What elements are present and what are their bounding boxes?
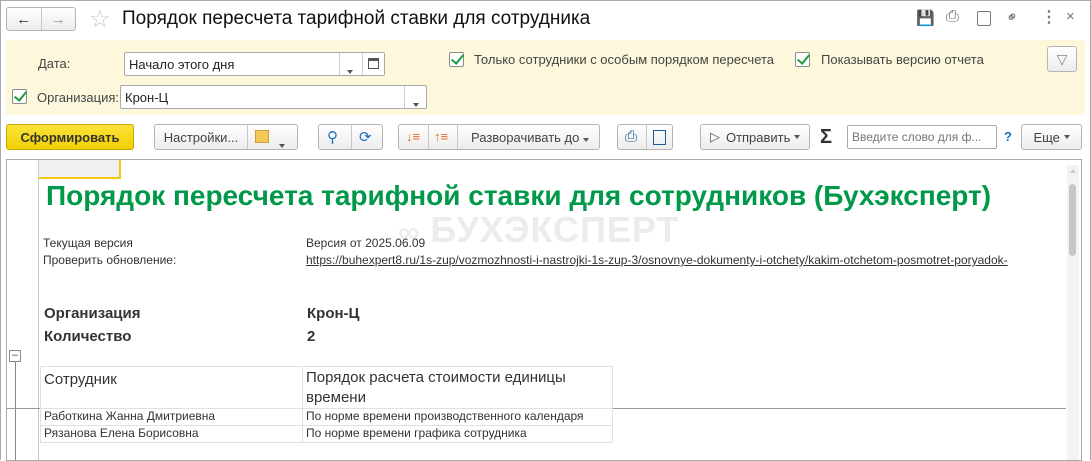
chevron-down-icon[interactable] bbox=[347, 62, 353, 77]
more-label: Еще bbox=[1033, 129, 1060, 145]
report-title: Порядок пересчета тарифной ставки для со… bbox=[46, 180, 992, 211]
print-group: ⎙ bbox=[617, 124, 673, 150]
version-label: Текущая версия bbox=[43, 236, 133, 250]
window-title: Порядок пересчета тарифной ставки для со… bbox=[122, 8, 591, 29]
version-value: Версия от 2025.06.09 bbox=[306, 236, 426, 250]
search-next-icon[interactable]: ⟳ bbox=[359, 128, 372, 146]
update-label: Проверить обновление: bbox=[43, 253, 177, 267]
gutter-divider bbox=[38, 160, 39, 460]
chevron-down-icon[interactable] bbox=[413, 95, 419, 110]
send-button[interactable]: ▷ Отправить bbox=[700, 124, 810, 150]
expand-to-button[interactable]: Разворачивать до bbox=[471, 130, 589, 145]
org-value: Крон-Ц bbox=[125, 89, 169, 105]
date-value: Начало этого дня bbox=[129, 56, 235, 72]
grouping-group: ↓≡ ↑≡ Разворачивать до bbox=[398, 124, 600, 150]
column-header-method: Порядок расчета стоимости единицы времен… bbox=[302, 366, 613, 409]
help-icon[interactable]: ? bbox=[1004, 129, 1012, 144]
collapse-group-icon[interactable]: – bbox=[9, 350, 21, 362]
forward-button[interactable]: → bbox=[41, 11, 75, 28]
count-value: 2 bbox=[307, 328, 316, 345]
generate-button[interactable]: Сформировать bbox=[6, 124, 134, 150]
show-version-label: Показывать версию отчета bbox=[821, 52, 984, 67]
org-label: Организация: bbox=[37, 90, 120, 105]
sum-icon[interactable]: Σ bbox=[820, 126, 832, 149]
org-label: Организация bbox=[44, 305, 141, 322]
scrollbar-thumb[interactable] bbox=[1069, 184, 1076, 256]
date-field[interactable]: Начало этого дня bbox=[124, 52, 385, 76]
scroll-up-icon[interactable] bbox=[1070, 169, 1076, 173]
org-value: Крон-Ц bbox=[307, 305, 360, 322]
more-button[interactable]: Еще bbox=[1021, 124, 1082, 150]
print-preview-icon[interactable] bbox=[653, 130, 666, 145]
report-variant-icon[interactable] bbox=[255, 130, 269, 143]
selected-cell[interactable] bbox=[39, 160, 121, 179]
filter-button[interactable]: ▽ bbox=[1047, 46, 1077, 72]
column-header-employee: Сотрудник bbox=[40, 366, 303, 409]
expand-to-label: Разворачивать до bbox=[471, 130, 580, 145]
table-cell: По норме времени графика сотрудника bbox=[302, 425, 613, 443]
preview-icon[interactable] bbox=[977, 11, 991, 26]
table-cell: Рязанова Елена Борисовна bbox=[40, 425, 303, 443]
send-label: Отправить bbox=[725, 129, 791, 145]
print-icon[interactable]: ⎙ bbox=[946, 8, 959, 26]
only-special-checkbox[interactable] bbox=[449, 52, 464, 67]
settings-button[interactable]: Настройки... bbox=[155, 130, 247, 145]
calendar-icon[interactable] bbox=[368, 58, 379, 69]
chevron-down-icon[interactable] bbox=[279, 136, 285, 151]
org-field[interactable]: Крон-Ц bbox=[120, 85, 427, 109]
search-icon[interactable]: ⚲ bbox=[327, 128, 338, 146]
date-label: Дата: bbox=[38, 56, 71, 71]
favorite-star-icon[interactable]: ☆ bbox=[89, 5, 111, 34]
update-link[interactable]: https://buhexpert8.ru/1s-zup/vozmozhnost… bbox=[306, 253, 1065, 267]
send-icon: ▷ bbox=[709, 129, 720, 144]
settings-group: Настройки... bbox=[154, 124, 298, 150]
table-cell: По норме времени производственного кален… bbox=[302, 408, 613, 426]
watermark: ∞ БУХЭКСПЕРТ bbox=[398, 209, 680, 250]
print-icon[interactable]: ⎙ bbox=[625, 128, 637, 145]
vertical-scrollbar[interactable] bbox=[1067, 165, 1079, 460]
sort-asc-icon[interactable]: ↑≡ bbox=[434, 129, 448, 144]
save-icon[interactable]: 💾 bbox=[916, 9, 935, 27]
only-special-label: Только сотрудники с особым порядком пере… bbox=[474, 52, 775, 67]
funnel-icon: ▽ bbox=[1056, 50, 1068, 67]
nav-buttons: ← → bbox=[6, 7, 76, 31]
org-checkbox[interactable] bbox=[12, 89, 27, 104]
search-input[interactable] bbox=[847, 125, 997, 149]
back-button[interactable]: ← bbox=[7, 11, 41, 28]
show-version-checkbox[interactable] bbox=[795, 52, 810, 67]
close-icon[interactable]: × bbox=[1066, 8, 1075, 25]
more-actions-icon[interactable]: ⋮ bbox=[1041, 7, 1057, 27]
search-group: ⚲ ⟳ bbox=[318, 124, 383, 150]
group-line bbox=[15, 362, 16, 460]
table-cell: Работкина Жанна Дмитриевна bbox=[40, 408, 303, 426]
sort-desc-icon[interactable]: ↓≡ bbox=[406, 129, 420, 144]
count-label: Количество bbox=[44, 328, 132, 345]
